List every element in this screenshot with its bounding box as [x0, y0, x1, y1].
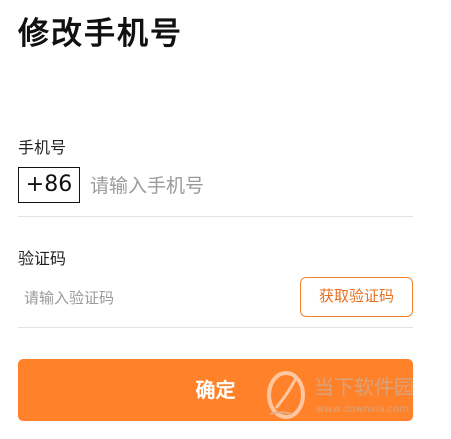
- phone-label: 手机号: [18, 138, 67, 157]
- verification-code-input[interactable]: [24, 284, 284, 312]
- code-divider: [18, 327, 413, 328]
- phone-input[interactable]: [90, 168, 410, 204]
- change-phone-page: 修改手机号 手机号 +86 验证码 获取验证码 确定 当下软件园 www.dow…: [0, 0, 451, 439]
- verification-code-label: 验证码: [18, 249, 67, 268]
- country-code-selector[interactable]: +86: [18, 167, 80, 203]
- page-title: 修改手机号: [18, 16, 183, 52]
- phone-divider: [18, 216, 413, 217]
- get-code-button[interactable]: 获取验证码: [300, 277, 413, 317]
- confirm-button[interactable]: 确定: [18, 359, 413, 421]
